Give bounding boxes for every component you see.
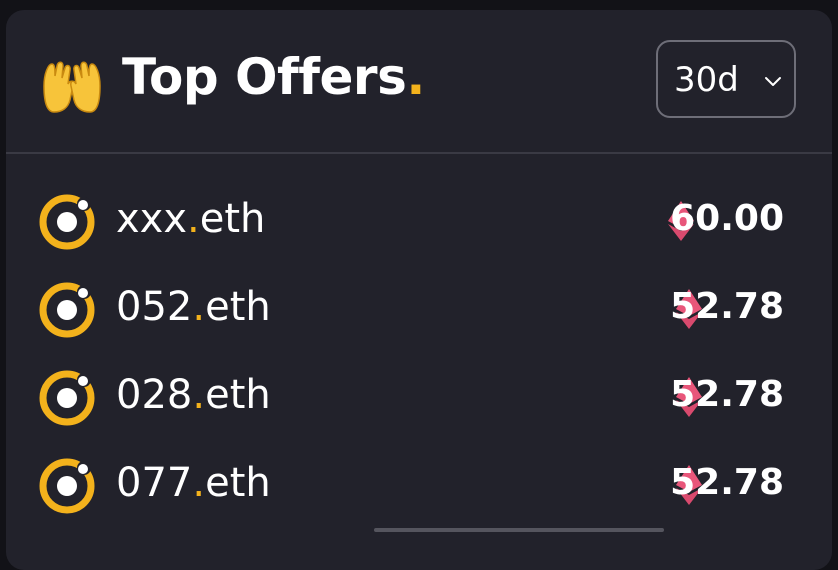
domain-dot: . xyxy=(192,460,206,506)
offer-row[interactable]: xxx.eth 60.00 xyxy=(6,176,832,264)
title-accent-dot: . xyxy=(406,48,425,106)
chevron-down-icon xyxy=(765,77,781,86)
ens-domain-logo-icon xyxy=(39,370,95,426)
palms-up-together-icon xyxy=(43,61,101,113)
title-text: Top Offers xyxy=(122,48,407,106)
card-header: Top Offers. 30d xyxy=(6,10,832,152)
domain-dot: . xyxy=(187,196,200,242)
page-title: Top Offers. xyxy=(122,48,425,106)
domain-label: 028 xyxy=(116,372,193,418)
ens-domain-logo-icon xyxy=(39,282,95,338)
period-select[interactable]: 30d xyxy=(656,40,796,118)
scroll-indicator[interactable] xyxy=(374,528,664,532)
domain-tld: eth xyxy=(205,372,271,418)
domain-tld: eth xyxy=(199,196,266,242)
domain-name: 077.eth xyxy=(116,460,271,506)
period-value: 30d xyxy=(674,60,739,100)
offer-row[interactable]: 028.eth 52.78 xyxy=(6,352,832,440)
domain-label: xxx xyxy=(116,196,188,242)
offer-row[interactable]: 077.eth 52.78 xyxy=(6,440,832,528)
offer-price: 52.78 xyxy=(670,286,784,327)
domain-name: 052.eth xyxy=(116,284,271,330)
domain-name: xxx.eth xyxy=(116,196,265,242)
offer-price: 60.00 xyxy=(670,198,784,239)
ens-domain-logo-icon xyxy=(39,194,95,250)
offer-price: 52.78 xyxy=(670,462,784,503)
domain-dot: . xyxy=(192,372,206,418)
offer-price: 52.78 xyxy=(670,374,784,415)
ens-domain-logo-icon xyxy=(39,458,95,514)
domain-label: 052 xyxy=(116,284,193,330)
offer-row[interactable]: 052.eth 52.78 xyxy=(6,264,832,352)
domain-tld: eth xyxy=(205,284,271,330)
domain-tld: eth xyxy=(205,460,271,506)
domain-dot: . xyxy=(192,284,206,330)
domain-label: 077 xyxy=(116,460,193,506)
domain-name: 028.eth xyxy=(116,372,271,418)
header-divider xyxy=(6,152,832,154)
top-offers-card: Top Offers. 30d xxx.eth 60.00 052.eth 52… xyxy=(6,10,832,570)
